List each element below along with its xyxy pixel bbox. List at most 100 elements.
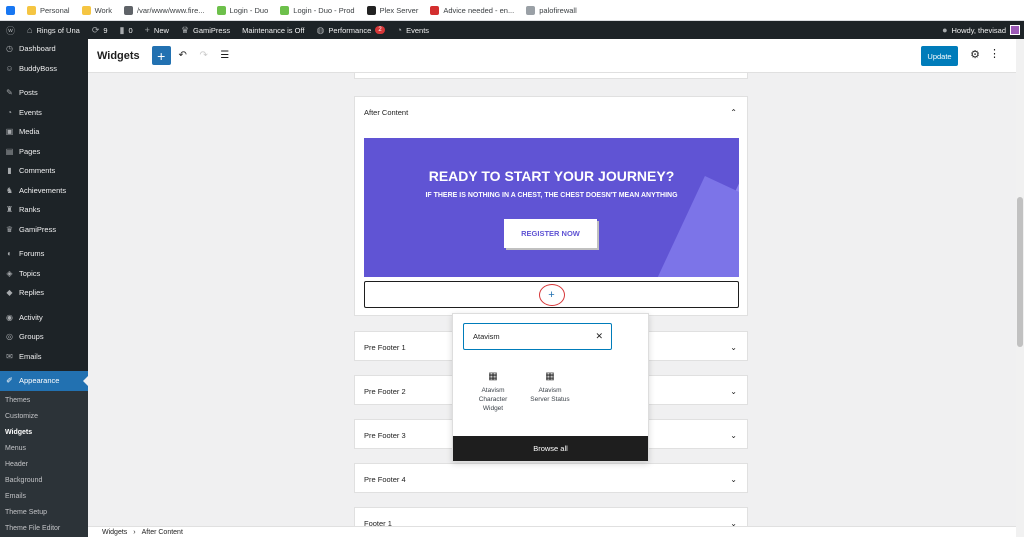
gamipress-label: GamiPress: [193, 25, 231, 35]
comments-icon: ▮: [7, 166, 12, 176]
cta-banner-block[interactable]: READY TO START YOUR JOURNEY? IF THERE IS…: [364, 138, 739, 277]
chevron-down-icon[interactable]: ⌄: [730, 475, 737, 484]
sidebar-item-posts[interactable]: ✎ Posts: [0, 83, 88, 103]
browse-all-button[interactable]: Browse all: [453, 436, 648, 461]
submenu-item-themes[interactable]: Themes: [0, 393, 88, 409]
plus-icon[interactable]: +: [538, 283, 565, 306]
topics-icon: ◈: [6, 268, 13, 278]
account-menu[interactable]: ● Howdy, thevisad: [942, 21, 1020, 39]
widget-area-footer-1[interactable]: Footer 1 ⌄: [354, 507, 748, 526]
sidebar-item-achievements[interactable]: ♞ Achievements: [0, 181, 88, 201]
bookmark-label: Work: [94, 5, 112, 15]
bookmark-item[interactable]: [6, 5, 15, 15]
crown-icon: ♛: [180, 24, 190, 35]
sidebar-item-events[interactable]: ◔ Events: [0, 103, 88, 123]
redo-button[interactable]: ↷: [195, 50, 213, 61]
sidebar-item-ranks[interactable]: ♜ Ranks: [0, 200, 88, 220]
bookmark-item[interactable]: Work: [81, 5, 112, 15]
sidebar-item-label: Groups: [19, 332, 44, 342]
submenu-item-background[interactable]: Background: [0, 473, 88, 489]
widget-area-header[interactable]: Pre Footer 4 ⌄: [355, 464, 747, 494]
comments-menu[interactable]: ▮ 0: [114, 21, 139, 39]
submenu-item-emails[interactable]: Emails: [0, 489, 88, 505]
submenu-item-theme-setup[interactable]: Theme Setup: [0, 505, 88, 521]
options-kebab-icon[interactable]: ⋮: [989, 47, 1000, 60]
emails-icon: ✉: [6, 351, 13, 361]
bookmark-item[interactable]: Plex Server: [366, 5, 418, 15]
add-block-button[interactable]: +: [151, 46, 171, 65]
maintenance-menu[interactable]: Maintenance is Off: [236, 21, 310, 39]
sidebar-item-appearance[interactable]: ✐ Appearance: [0, 371, 88, 391]
block-appender[interactable]: +: [364, 281, 739, 308]
chevron-up-icon[interactable]: ⌃: [730, 108, 737, 117]
ranks-icon: ♜: [5, 205, 14, 215]
breadcrumb-item[interactable]: Widgets: [102, 529, 127, 536]
sidebar-item-buddyboss[interactable]: ☺ BuddyBoss: [0, 59, 88, 79]
sidebar-item-media[interactable]: ▣ Media: [0, 122, 88, 142]
scrollbar-thumb[interactable]: [1017, 197, 1023, 347]
sidebar-item-forums[interactable]: ◐ Forums: [0, 244, 88, 264]
undo-button[interactable]: ↶: [174, 50, 192, 61]
bookmark-item[interactable]: Login - Duo: [216, 5, 269, 15]
chevron-down-icon[interactable]: ⌄: [730, 431, 737, 440]
sidebar-item-topics[interactable]: ◈ Topics: [0, 264, 88, 284]
widget-area-pre-footer-4[interactable]: Pre Footer 4 ⌄: [354, 463, 748, 493]
bookmark-item[interactable]: Advice needed - en...: [430, 5, 514, 15]
sidebar-item-pages[interactable]: ▤ Pages: [0, 142, 88, 162]
updates-count: 9: [103, 25, 108, 35]
sidebar-item-groups[interactable]: ◎ Groups: [0, 327, 88, 347]
sidebar-item-activity[interactable]: ◉ Activity: [0, 308, 88, 328]
bookmark-item[interactable]: Login - Duo - Prod: [280, 5, 355, 15]
performance-badge: 2: [375, 26, 385, 34]
update-button[interactable]: Update: [921, 46, 958, 66]
sidebar-item-replies[interactable]: ◆ Replies: [0, 283, 88, 303]
widget-area-header[interactable]: After Content ⌃: [355, 97, 747, 127]
performance-menu[interactable]: ◍ Performance 2: [311, 21, 391, 39]
sidebar-item-comments[interactable]: ▮ Comments: [0, 161, 88, 181]
site-name-menu[interactable]: ⌂ Rings of Una: [21, 21, 86, 39]
page-scrollbar[interactable]: [1016, 39, 1024, 537]
updates-menu[interactable]: ⟳ 9: [86, 21, 114, 39]
sidebar-item-gamipress[interactable]: ♛ GamiPress: [0, 220, 88, 240]
block-inserter-popover: Atavism ✕ ▦ Atavism Character Widget ▦ A…: [452, 313, 649, 462]
pin-icon: ✎: [6, 88, 13, 98]
sidebar-item-dashboard[interactable]: ◷ Dashboard: [0, 39, 88, 59]
howdy-label: Howdy, thevisad: [951, 25, 1006, 35]
sidebar-item-emails[interactable]: ✉ Emails: [0, 347, 88, 367]
settings-gear-icon[interactable]: ⚙: [970, 48, 980, 61]
register-now-button[interactable]: REGISTER NOW: [504, 219, 597, 248]
chevron-down-icon[interactable]: ⌄: [730, 387, 737, 396]
events-menu[interactable]: ◔ Events: [391, 21, 435, 39]
new-content-menu[interactable]: + New: [139, 21, 175, 39]
widget-area-title: Pre Footer 3: [364, 430, 406, 440]
bookmark-label: Login - Duo: [229, 5, 269, 15]
bookmark-item[interactable]: Personal: [27, 5, 70, 15]
search-value: Atavism: [473, 332, 500, 341]
widget-area-header[interactable]: Footer 1 ⌄: [355, 508, 747, 527]
wordpress-icon: ⓦ: [6, 25, 16, 36]
block-search-input[interactable]: Atavism ✕: [463, 323, 612, 350]
appearance-submenu: Themes Customize Widgets Menus Header Backgro…: [0, 390, 88, 537]
submenu-item-widgets[interactable]: Widgets: [0, 425, 88, 441]
bookmark-item[interactable]: palofirewall: [526, 5, 577, 15]
widget-area-title: Footer 1: [364, 518, 392, 527]
admin-sidebar: ◷ Dashboard ☺ BuddyBoss ✎ Posts ◔ Events ▣ Media ▤…: [0, 39, 88, 537]
clear-search-icon[interactable]: ✕: [595, 331, 603, 342]
bookmark-item[interactable]: /var/www/www.fire...: [123, 5, 205, 15]
sidebar-item-label: Emails: [19, 351, 42, 361]
block-option-character-widget[interactable]: ▦ Atavism Character Widget: [472, 372, 514, 413]
sidebar-item-label: Ranks: [19, 205, 41, 215]
submenu-item-menus[interactable]: Menus: [0, 441, 88, 457]
block-option-server-status[interactable]: ▦ Atavism Server Status: [529, 372, 571, 404]
gamipress-menu[interactable]: ♛ GamiPress: [175, 21, 236, 39]
breadcrumb-item[interactable]: After Content: [142, 529, 183, 536]
chevron-down-icon[interactable]: ⌄: [730, 343, 737, 352]
chevron-down-icon[interactable]: ⌄: [730, 519, 737, 527]
submenu-item-theme-file-editor[interactable]: Theme File Editor: [0, 521, 88, 537]
list-view-button[interactable]: ☰: [216, 50, 234, 61]
gamipress-icon: ♛: [5, 224, 14, 234]
submenu-item-header[interactable]: Header: [0, 457, 88, 473]
wp-logo-menu[interactable]: ⓦ: [0, 21, 21, 39]
avatar: [1010, 25, 1020, 35]
submenu-item-customize[interactable]: Customize: [0, 409, 88, 425]
